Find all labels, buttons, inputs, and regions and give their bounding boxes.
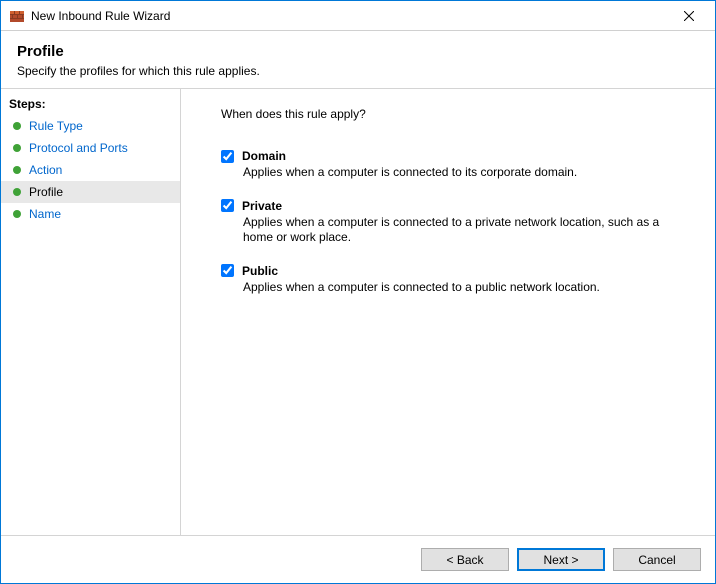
step-action[interactable]: Action	[1, 159, 180, 181]
back-button[interactable]: < Back	[421, 548, 509, 571]
wizard-body: Steps: Rule Type Protocol and Ports Acti…	[1, 89, 715, 535]
steps-label: Steps:	[1, 95, 180, 115]
step-bullet-icon	[13, 210, 21, 218]
step-label: Name	[29, 207, 61, 221]
cancel-button[interactable]: Cancel	[613, 548, 701, 571]
step-bullet-icon	[13, 166, 21, 174]
close-button[interactable]	[666, 2, 711, 30]
label-domain[interactable]: Domain	[242, 149, 286, 163]
option-public: Public Applies when a computer is connec…	[221, 264, 691, 296]
step-bullet-icon	[13, 188, 21, 196]
wizard-header: Profile Specify the profiles for which t…	[1, 31, 715, 89]
desc-private: Applies when a computer is connected to …	[243, 215, 683, 246]
step-label: Protocol and Ports	[29, 141, 128, 155]
checkbox-private[interactable]	[221, 199, 234, 212]
desc-public: Applies when a computer is connected to …	[243, 280, 683, 296]
option-domain: Domain Applies when a computer is connec…	[221, 149, 691, 181]
step-rule-type[interactable]: Rule Type	[1, 115, 180, 137]
option-private: Private Applies when a computer is conne…	[221, 199, 691, 246]
page-title: Profile	[17, 43, 699, 60]
label-private[interactable]: Private	[242, 199, 282, 213]
desc-domain: Applies when a computer is connected to …	[243, 165, 683, 181]
checkbox-public[interactable]	[221, 264, 234, 277]
firewall-icon	[9, 8, 25, 24]
step-label: Rule Type	[29, 119, 83, 133]
page-subtitle: Specify the profiles for which this rule…	[17, 64, 699, 78]
step-profile[interactable]: Profile	[1, 181, 180, 203]
checkbox-domain[interactable]	[221, 150, 234, 163]
label-public[interactable]: Public	[242, 264, 278, 278]
profile-question: When does this rule apply?	[221, 107, 691, 121]
step-name[interactable]: Name	[1, 203, 180, 225]
next-button[interactable]: Next >	[517, 548, 605, 571]
step-label: Action	[29, 163, 62, 177]
step-label: Profile	[29, 185, 63, 199]
close-icon	[684, 11, 694, 21]
step-protocol-and-ports[interactable]: Protocol and Ports	[1, 137, 180, 159]
wizard-footer: < Back Next > Cancel	[1, 535, 715, 583]
wizard-window: New Inbound Rule Wizard Profile Specify …	[0, 0, 716, 584]
window-title: New Inbound Rule Wizard	[31, 9, 170, 23]
titlebar: New Inbound Rule Wizard	[1, 1, 715, 31]
step-bullet-icon	[13, 122, 21, 130]
step-bullet-icon	[13, 144, 21, 152]
main-panel: When does this rule apply? Domain Applie…	[181, 89, 715, 535]
steps-sidebar: Steps: Rule Type Protocol and Ports Acti…	[1, 89, 181, 535]
